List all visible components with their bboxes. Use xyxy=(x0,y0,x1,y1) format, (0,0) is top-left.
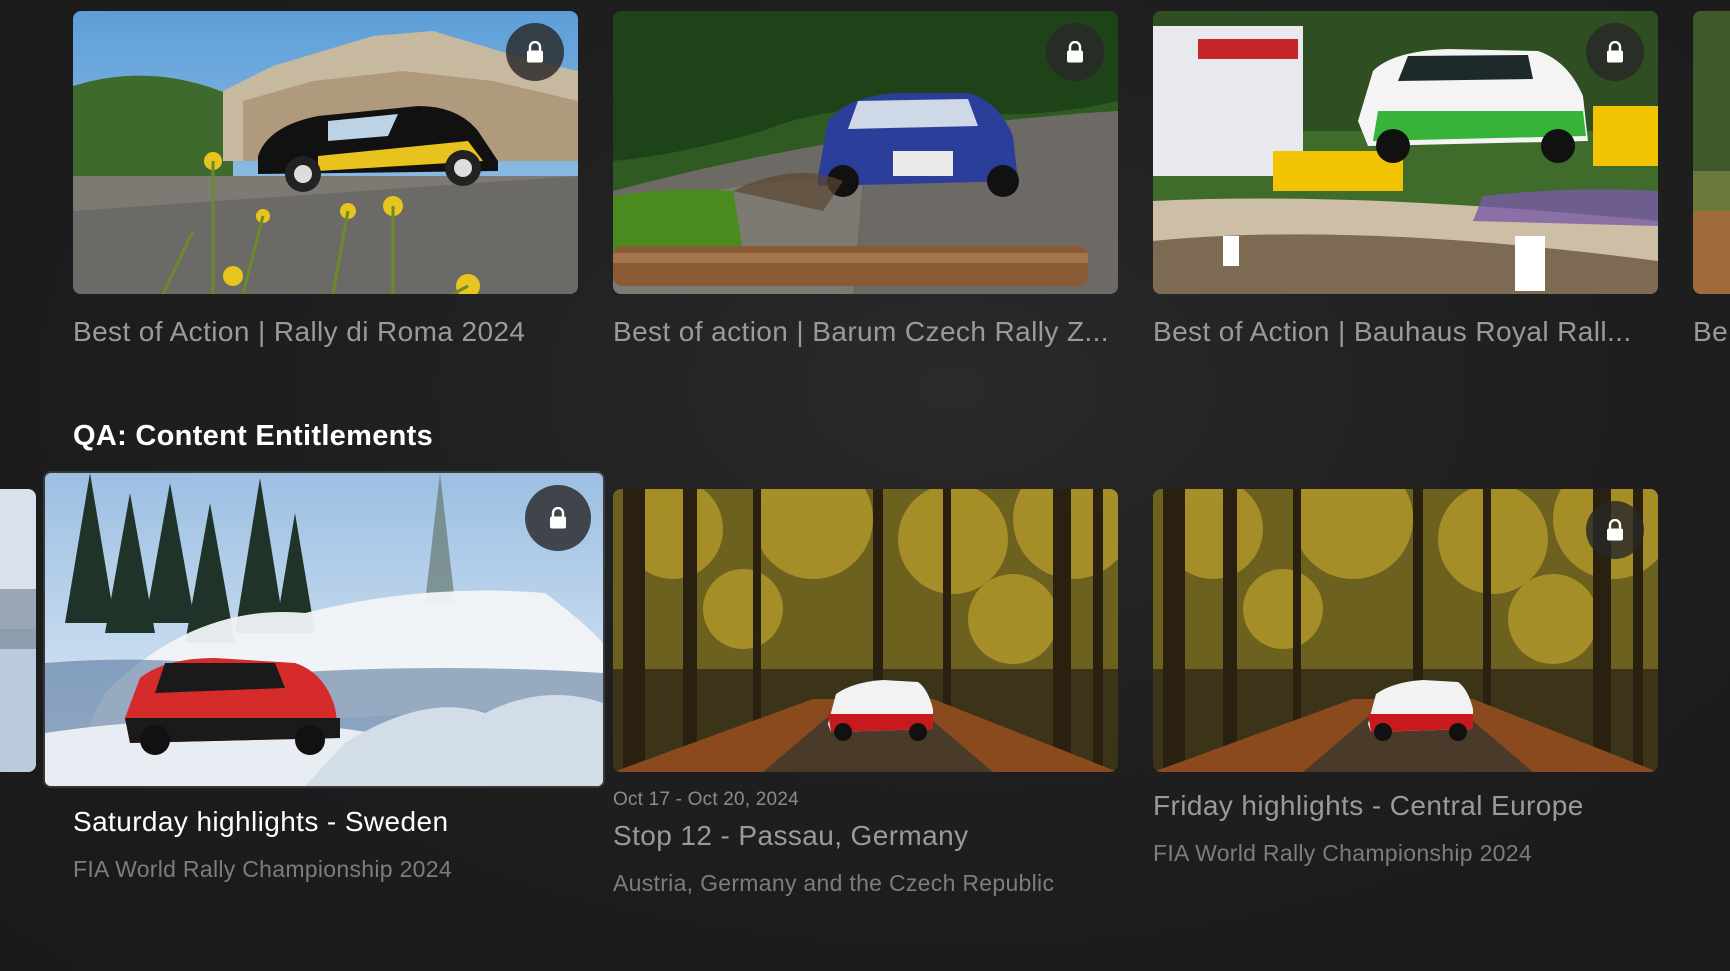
snow-rally-thumbnail xyxy=(45,473,603,786)
lock-badge xyxy=(1046,23,1104,81)
autumn-forest-rally-thumbnail xyxy=(1153,489,1658,772)
card-partial-next[interactable]: Be xyxy=(1693,11,1730,351)
snow-rally-thumbnail xyxy=(0,489,36,772)
autumn-forest-rally-thumbnail xyxy=(613,489,1118,772)
lock-icon xyxy=(550,507,566,529)
rally-car-forest-road-thumbnail xyxy=(613,11,1118,294)
card-subtitle: FIA World Rally Championship 2024 xyxy=(1153,840,1532,866)
card-partial-previous[interactable] xyxy=(0,489,36,772)
card-bauhaus-royal-rally[interactable]: Best of Action | Bauhaus Royal Rall... xyxy=(1153,11,1658,351)
card-title: Best of Action | Bauhaus Royal Rall... xyxy=(1153,316,1632,347)
card-rally-di-roma[interactable]: Best of Action | Rally di Roma 2024 xyxy=(73,11,578,351)
card-date: Oct 17 - Oct 20, 2024 xyxy=(613,789,799,810)
rally-car-hilltown-thumbnail xyxy=(73,11,578,294)
lock-badge xyxy=(506,23,564,81)
card-title: Best of Action | Rally di Roma 2024 xyxy=(73,316,526,347)
card-stop-12-passau[interactable]: Oct 17 - Oct 20, 2024 Stop 12 - Passau, … xyxy=(613,489,1118,896)
lock-icon xyxy=(1067,41,1083,63)
top-carousel-row: Best of Action | Rally di Roma 2024 Best… xyxy=(0,0,1730,360)
content-browse-page: Best of Action | Rally di Roma 2024 Best… xyxy=(0,0,1730,971)
card-barum-czech-rally[interactable]: Best of action | Barum Czech Rally Z... xyxy=(613,11,1118,351)
lock-badge xyxy=(1586,501,1644,559)
card-title: Friday highlights - Central Europe xyxy=(1153,790,1584,821)
lock-badge xyxy=(1586,23,1644,81)
card-subtitle: Austria, Germany and the Czech Republic xyxy=(613,870,1055,896)
partial-thumbnail xyxy=(1693,11,1730,294)
lock-badge xyxy=(525,485,591,551)
lock-icon xyxy=(1607,41,1623,63)
card-friday-highlights-central-europe[interactable]: Friday highlights - Central Europe FIA W… xyxy=(1153,489,1658,889)
card-subtitle: FIA World Rally Championship 2024 xyxy=(73,856,452,882)
card-title: Be xyxy=(1693,316,1729,347)
lock-icon xyxy=(527,41,543,63)
card-title: Saturday highlights - Sweden xyxy=(73,806,449,837)
card-title: Stop 12 - Passau, Germany xyxy=(613,820,969,851)
rally-car-jump-thumbnail xyxy=(1153,11,1658,294)
content-entitlements-row: Saturday highlights - Sweden FIA World R… xyxy=(0,420,1730,971)
card-title: Best of action | Barum Czech Rally Z... xyxy=(613,316,1109,347)
lock-icon xyxy=(1607,519,1623,541)
card-saturday-highlights-sweden[interactable]: Saturday highlights - Sweden FIA World R… xyxy=(45,473,605,882)
